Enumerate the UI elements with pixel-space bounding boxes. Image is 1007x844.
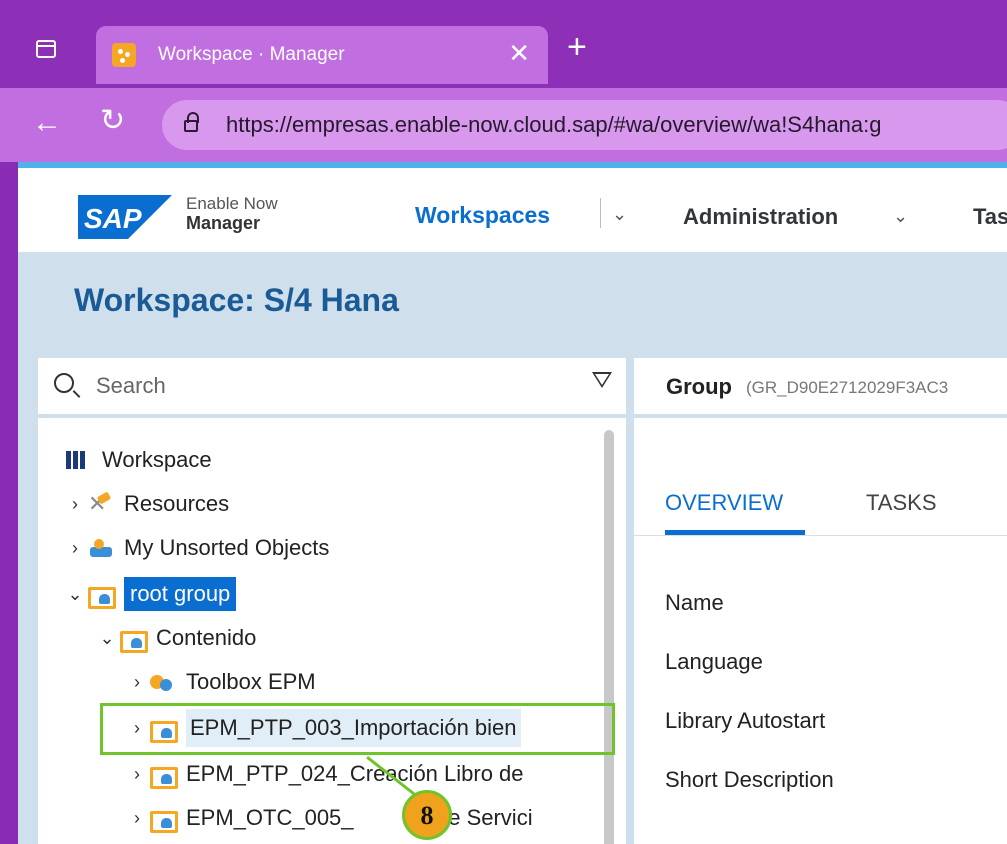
tree-item-unsorted[interactable]: › My Unsorted Objects [62,528,329,568]
chevron-right-icon[interactable]: › [62,494,88,515]
nav-tasks[interactable]: Tas [973,204,1007,230]
chevron-down-icon[interactable]: ⌄ [893,206,908,227]
chevron-right-icon[interactable]: › [124,764,150,785]
page-title: Workspace: S/4 Hana [74,282,399,318]
favicon-icon [112,43,136,67]
tab-title: Workspace · Manager [158,44,345,65]
chevron-down-icon[interactable]: ⌄ [612,204,627,225]
unsorted-icon [88,537,114,559]
tree-item-label: My Unsorted Objects [124,535,330,560]
tree-item-label: Resources [124,491,230,516]
close-icon[interactable]: ✕ [508,38,530,68]
window-icon[interactable] [36,40,56,58]
chevron-right-icon[interactable]: › [124,672,150,693]
address-bar: ← ↻ https://empresas.enable-now.cloud.sa… [0,88,1007,162]
tree-item-root-group[interactable]: ⌄ root group [62,574,237,614]
tab-overview[interactable]: OVERVIEW [665,490,783,516]
svg-text:SAP: SAP [84,203,142,234]
highlight-box [100,703,615,755]
tree-item-label: root group [124,577,237,611]
browser-tab-bar: Workspace · Manager ✕ + [0,0,1007,88]
toolbox-icon [150,671,176,693]
folder-icon [150,763,178,789]
browser-tab[interactable]: Workspace · Manager ✕ [96,26,548,84]
field-label-name: Name [665,590,724,615]
tree-item-label: EPM_OTC_005_ [186,805,354,830]
sap-logo[interactable]: SAP [78,195,172,239]
chevron-right-icon[interactable]: › [62,538,88,559]
filter-icon[interactable] [592,372,612,388]
brand-subtitle: Enable Now [186,194,278,213]
object-id: (GR_D90E2712029F3AC3 [746,378,949,397]
workspace-icon [66,449,92,471]
reload-icon[interactable]: ↻ [100,104,125,138]
tree-item-workspace[interactable]: Workspace [66,440,212,480]
tree-item-label: Toolbox EPM [186,669,316,694]
folder-icon [150,807,178,833]
folder-icon [88,583,116,609]
back-icon[interactable]: ← [32,106,62,140]
tree-item-resources[interactable]: › Resources [62,484,229,524]
step-number: 8 [420,801,434,830]
resources-icon [88,491,114,517]
nav-administration[interactable]: Administration [683,204,838,230]
tree-item-epm-ptp-024[interactable]: › EPM_PTP_024_Creación Libro de [124,754,524,794]
nav-divider [600,198,601,228]
step-badge: 8 [402,790,452,840]
search-input[interactable] [96,370,546,402]
tree-item-label: EPM_PTP_024_Creación Libro de [186,761,524,786]
workspace-tree: Workspace › Resources › My Unsorted Obje… [38,418,626,844]
tree-item-label: Contenido [156,625,257,650]
url-field[interactable]: https://empresas.enable-now.cloud.sap/#w… [162,100,1007,150]
search-icon[interactable] [54,373,74,393]
tabs-divider [634,535,1007,536]
new-tab-icon[interactable]: + [567,30,587,64]
nav-workspaces[interactable]: Workspaces [415,202,550,229]
tree-item-contenido[interactable]: ⌄ Contenido [94,618,256,658]
app-header: SAP Enable Now Manager Workspaces ⌄ Admi… [18,162,1007,252]
tree-item-toolbox[interactable]: › Toolbox EPM [124,662,316,702]
field-label-library-autostart: Library Autostart [665,708,826,733]
field-label-short-description: Short Description [665,767,834,792]
scrollbar[interactable] [604,430,614,844]
field-label-language: Language [665,649,763,674]
object-type-label: Group [666,374,732,399]
tree-item-label: Workspace [102,447,212,472]
lock-icon[interactable] [184,112,199,132]
tab-tasks[interactable]: TASKS [866,490,937,516]
chevron-down-icon[interactable]: ⌄ [94,628,120,649]
search-bar [38,358,626,414]
detail-panel: OVERVIEW TASKS Name Language Library Aut… [634,418,1007,844]
tree-item-epm-otc-005[interactable]: › EPM_OTC_005_ ta de Servici [124,798,533,838]
detail-header: Group (GR_D90E2712029F3AC3 [634,358,1007,414]
brand-title: Manager [186,213,261,233]
chevron-down-icon[interactable]: ⌄ [62,584,88,605]
chevron-right-icon[interactable]: › [124,808,150,829]
folder-icon [120,627,148,653]
url-text: https://empresas.enable-now.cloud.sap/#w… [226,112,882,137]
